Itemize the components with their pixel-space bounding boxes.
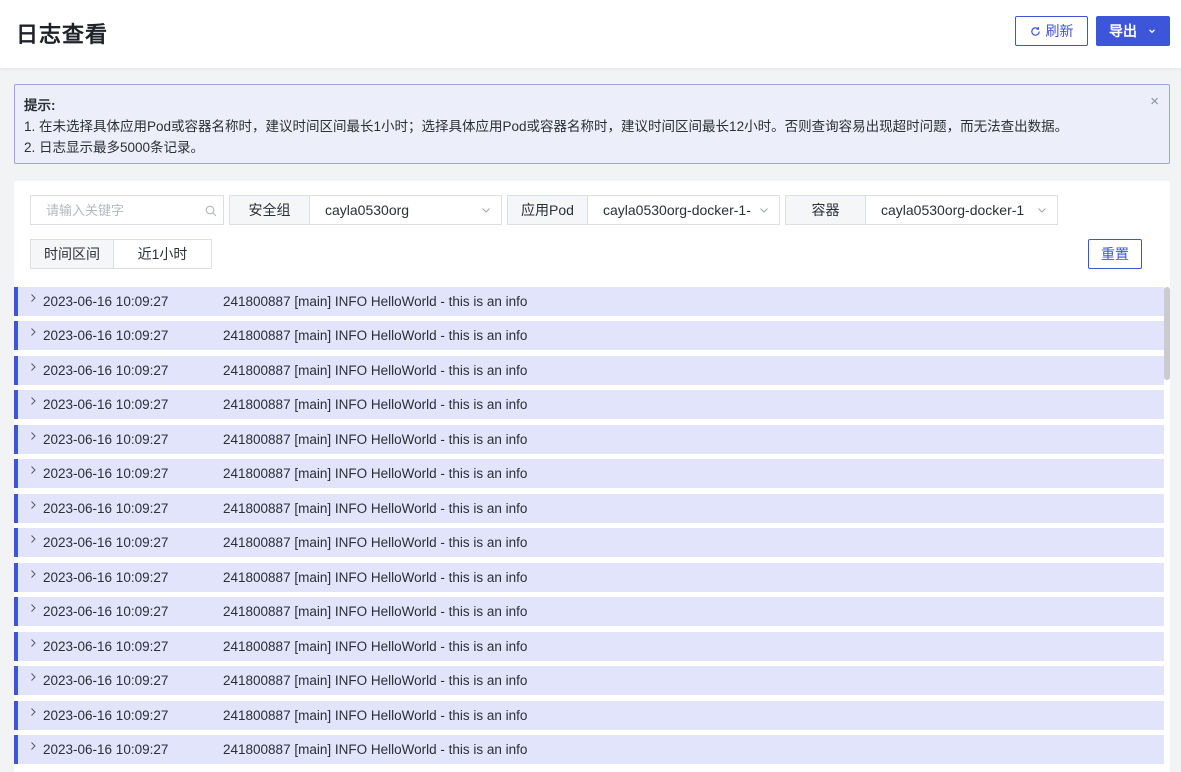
chevron-down-icon (1149, 29, 1155, 34)
search-icon (205, 205, 217, 217)
log-row[interactable]: 2023-06-16 10:09:27 241800887 [main] INFO… (14, 701, 1164, 730)
chevron-right-icon[interactable] (28, 293, 38, 303)
page-header: 日志查看 刷新 导出 (0, 0, 1181, 68)
security-group-value: cayla0530org (325, 202, 410, 218)
log-message: 241800887 [main] INFO HelloWorld - this … (223, 570, 528, 585)
log-message: 241800887 [main] INFO HelloWorld - this … (223, 501, 528, 516)
chevron-right-icon[interactable] (28, 534, 38, 544)
container-value-box: cayla0530org-docker-1 (866, 196, 1057, 224)
log-timestamp: 2023-06-16 10:09:27 (43, 535, 169, 550)
log-row[interactable]: 2023-06-16 10:09:27 241800887 [main] INFO… (14, 494, 1164, 523)
reset-button[interactable]: 重置 (1088, 239, 1142, 269)
log-timestamp: 2023-06-16 10:09:27 (43, 294, 169, 309)
log-timestamp: 2023-06-16 10:09:27 (43, 363, 169, 378)
log-row[interactable]: 2023-06-16 10:09:27 241800887 [main] INFO… (14, 459, 1164, 488)
chevron-down-icon (482, 208, 490, 213)
refresh-icon (1030, 26, 1040, 36)
scrollbar[interactable] (1164, 287, 1170, 380)
log-timestamp: 2023-06-16 10:09:27 (43, 397, 169, 412)
pod-select[interactable]: 应用Pod cayla0530org-docker-1- (507, 195, 780, 225)
chevron-right-icon[interactable] (28, 603, 38, 613)
log-row[interactable]: 2023-06-16 10:09:27 241800887 [main] INFO… (14, 597, 1164, 626)
log-timestamp: 2023-06-16 10:09:27 (43, 570, 169, 585)
log-row[interactable]: 2023-06-16 10:09:27 241800887 [main] INFO… (14, 632, 1164, 661)
log-row[interactable]: 2023-06-16 10:09:27 241800887 [main] INFO… (14, 356, 1164, 385)
chevron-right-icon[interactable] (28, 500, 38, 510)
chevron-right-icon[interactable] (28, 672, 38, 682)
tip-line-2: 2. 日志显示最多5000条记录。 (24, 140, 205, 155)
keyword-field[interactable] (31, 196, 223, 224)
security-group-value-box: cayla0530org (310, 196, 501, 224)
container-label: 容器 (786, 196, 866, 224)
log-timestamp: 2023-06-16 10:09:27 (43, 604, 169, 619)
log-row[interactable]: 2023-06-16 10:09:27 241800887 [main] INFO… (14, 390, 1164, 419)
chevron-right-icon[interactable] (28, 638, 38, 648)
refresh-button[interactable]: 刷新 (1015, 16, 1088, 46)
security-group-select[interactable]: 安全组 cayla0530org (229, 195, 502, 225)
chevron-right-icon[interactable] (28, 569, 38, 579)
log-timestamp: 2023-06-16 10:09:27 (43, 328, 169, 343)
time-range-value: 近1小时 (137, 246, 188, 262)
log-message: 241800887 [main] INFO HelloWorld - this … (223, 639, 528, 654)
time-range-select[interactable]: 时间区间 近1小时 (30, 239, 212, 269)
log-row[interactable]: 2023-06-16 10:09:27 241800887 [main] INFO… (14, 666, 1164, 695)
log-row[interactable]: 2023-06-16 10:09:27 241800887 [main] INFO… (14, 287, 1164, 316)
log-message: 241800887 [main] INFO HelloWorld - this … (223, 535, 528, 550)
close-icon[interactable]: × (1150, 94, 1159, 110)
log-timestamp: 2023-06-16 10:09:27 (43, 708, 169, 723)
export-label: 导出 (1109, 23, 1137, 39)
log-timestamp: 2023-06-16 10:09:27 (43, 501, 169, 516)
log-row[interactable]: 2023-06-16 10:09:27 241800887 [main] INFO… (14, 563, 1164, 592)
tip-alert: 提示: 1. 在未选择具体应用Pod或容器名称时，建议时间区间最长1小时；选择具… (14, 84, 1170, 164)
log-timestamp: 2023-06-16 10:09:27 (43, 673, 169, 688)
chevron-right-icon[interactable] (28, 741, 38, 751)
tip-line-1: 1. 在未选择具体应用Pod或容器名称时，建议时间区间最长1小时；选择具体应用P… (24, 119, 1069, 134)
container-value: cayla0530org-docker-1 (881, 202, 1025, 218)
container-select[interactable]: 容器 cayla0530org-docker-1 (785, 195, 1058, 225)
security-group-label: 安全组 (230, 196, 310, 224)
log-message: 241800887 [main] INFO HelloWorld - this … (223, 742, 528, 757)
log-row[interactable]: 2023-06-16 10:09:27 241800887 [main] INFO… (14, 321, 1164, 350)
pod-value-box: cayla0530org-docker-1- (588, 196, 779, 224)
log-message: 241800887 [main] INFO HelloWorld - this … (223, 397, 528, 412)
log-row[interactable]: 2023-06-16 10:09:27 241800887 [main] INFO… (14, 425, 1164, 454)
chevron-right-icon[interactable] (28, 707, 38, 717)
time-range-label: 时间区间 (31, 240, 114, 268)
refresh-label: 刷新 (1045, 23, 1074, 39)
export-button[interactable]: 导出 (1096, 16, 1170, 46)
log-timestamp: 2023-06-16 10:09:27 (43, 639, 169, 654)
log-message: 241800887 [main] INFO HelloWorld - this … (223, 604, 528, 619)
log-message: 241800887 [main] INFO HelloWorld - this … (223, 673, 528, 688)
log-row[interactable]: 2023-06-16 10:09:27 241800887 [main] INFO… (14, 735, 1164, 764)
log-message: 241800887 [main] INFO HelloWorld - this … (223, 363, 528, 378)
chevron-down-icon (1038, 208, 1046, 213)
chevron-right-icon[interactable] (28, 327, 38, 337)
pod-value: cayla0530org-docker-1- (603, 202, 751, 218)
page-title: 日志查看 (16, 22, 109, 47)
search-input[interactable] (30, 195, 224, 225)
log-message: 241800887 [main] INFO HelloWorld - this … (223, 432, 528, 447)
log-timestamp: 2023-06-16 10:09:27 (43, 432, 169, 447)
chevron-down-icon (760, 208, 768, 213)
pod-label: 应用Pod (508, 196, 588, 224)
log-timestamp: 2023-06-16 10:09:27 (43, 742, 169, 757)
log-list: 2023-06-16 10:09:27 241800887 [main] INFO… (14, 283, 1170, 772)
chevron-right-icon[interactable] (28, 465, 38, 475)
log-message: 241800887 [main] INFO HelloWorld - this … (223, 328, 528, 343)
log-message: 241800887 [main] INFO HelloWorld - this … (223, 466, 528, 481)
log-timestamp: 2023-06-16 10:09:27 (43, 466, 169, 481)
log-row[interactable]: 2023-06-16 10:09:27 241800887 [main] INFO… (14, 528, 1164, 557)
chevron-right-icon[interactable] (28, 431, 38, 441)
tip-title: 提示: (24, 98, 56, 113)
log-message: 241800887 [main] INFO HelloWorld - this … (223, 708, 528, 723)
chevron-right-icon[interactable] (28, 362, 38, 372)
log-message: 241800887 [main] INFO HelloWorld - this … (223, 294, 528, 309)
chevron-right-icon[interactable] (28, 396, 38, 406)
